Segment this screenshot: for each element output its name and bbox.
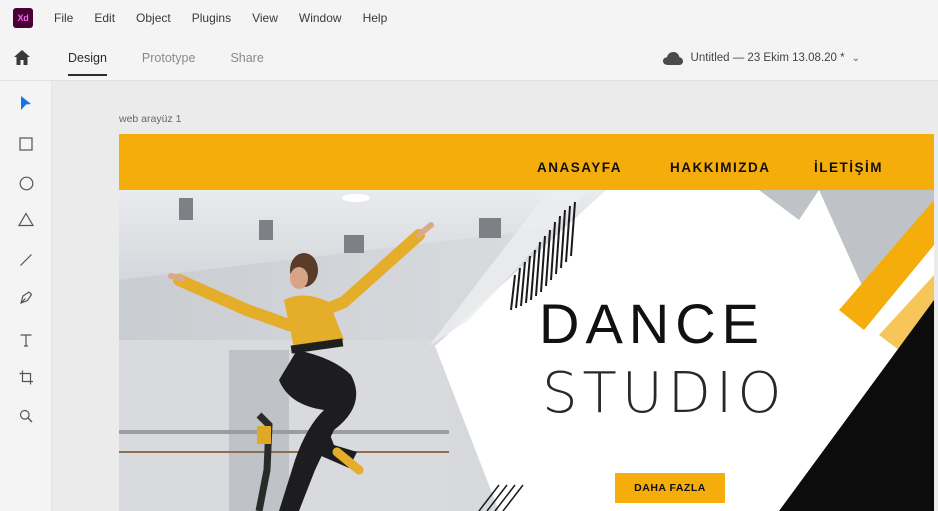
menu-file[interactable]: File <box>54 11 73 25</box>
document-title: Untitled — 23 Ekim 13.08.20 * <box>690 52 845 64</box>
site-header: ANASAYFA HAKKIMIZDA İLETİŞİM <box>119 134 934 190</box>
artboard[interactable]: ANASAYFA HAKKIMIZDA İLETİŞİM DANCE STUDI… <box>119 134 934 511</box>
xd-logo: Xd <box>13 7 33 28</box>
menu-bar: Xd File Edit Object Plugins View Window … <box>0 0 938 35</box>
ellipse-tool-icon[interactable] <box>14 171 38 195</box>
menu-help[interactable]: Help <box>363 11 388 25</box>
nav-link-about[interactable]: HAKKIMIZDA <box>670 160 771 175</box>
home-icon[interactable] <box>13 49 31 67</box>
tool-bar <box>0 81 52 511</box>
chevron-down-icon[interactable]: ⌄ <box>852 53 860 64</box>
tab-share[interactable]: Share <box>230 35 263 81</box>
nav-link-home[interactable]: ANASAYFA <box>537 160 622 175</box>
tab-design[interactable]: Design <box>68 35 107 81</box>
menu-object[interactable]: Object <box>136 11 171 25</box>
document-title-menu[interactable]: Untitled — 23 Ekim 13.08.20 * ⌄ <box>662 35 860 81</box>
select-tool-icon[interactable] <box>14 91 38 115</box>
zoom-tool-icon[interactable] <box>14 404 38 428</box>
artboard-label[interactable]: web arayüz 1 <box>119 113 181 125</box>
cloud-icon <box>662 52 683 65</box>
menu-window[interactable]: Window <box>299 11 342 25</box>
artboard-tool-icon[interactable] <box>14 365 38 389</box>
line-tool-icon[interactable] <box>14 248 38 272</box>
menu-plugins[interactable]: Plugins <box>192 11 231 25</box>
text-tool-icon[interactable] <box>14 328 38 352</box>
hero-headline-studio[interactable]: STUDIO <box>542 366 786 422</box>
rectangle-tool-icon[interactable] <box>14 132 38 156</box>
mode-tab-bar: Design Prototype Share Untitled — 23 Eki… <box>0 35 938 81</box>
nav-link-contact[interactable]: İLETİŞİM <box>814 160 883 175</box>
polygon-tool-icon[interactable] <box>14 207 38 231</box>
menu-view[interactable]: View <box>252 11 278 25</box>
hero-headline-dance[interactable]: DANCE <box>539 296 765 352</box>
menu-edit[interactable]: Edit <box>94 11 115 25</box>
tab-prototype[interactable]: Prototype <box>142 35 196 81</box>
more-button[interactable]: DAHA FAZLA <box>615 473 725 503</box>
pen-tool-icon[interactable] <box>14 285 38 309</box>
hero-image <box>119 190 934 511</box>
